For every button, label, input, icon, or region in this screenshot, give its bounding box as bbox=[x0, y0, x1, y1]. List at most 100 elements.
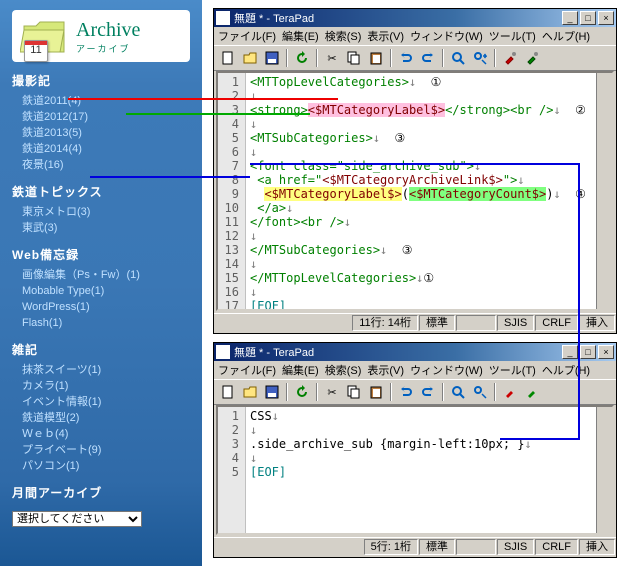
menu-help[interactable]: ヘルプ(H) bbox=[542, 362, 590, 378]
sidebar-item[interactable]: Ｗｅｂ(4) bbox=[22, 426, 190, 442]
close-button[interactable]: × bbox=[598, 11, 614, 25]
menu-edit[interactable]: 編集(E) bbox=[282, 28, 319, 44]
find-next-icon[interactable] bbox=[470, 48, 490, 68]
code-area[interactable]: 1 2 3 4 5 6 7 8 9 10 11 12 13 14 15 16 1… bbox=[216, 71, 614, 311]
paste-icon[interactable] bbox=[366, 48, 386, 68]
save-icon[interactable] bbox=[262, 48, 282, 68]
sidebar-item[interactable]: Flash(1) bbox=[22, 315, 190, 331]
sidebar-item[interactable]: 鉄道2011(4) bbox=[22, 93, 190, 109]
archive-sidebar: 11 Archive アーカイブ 撮影記 鉄道2011(4) 鉄道2012(17… bbox=[0, 0, 202, 566]
open-icon[interactable] bbox=[240, 48, 260, 68]
tool-icon[interactable] bbox=[500, 382, 520, 402]
find-icon[interactable] bbox=[448, 48, 468, 68]
line-gutter: 1 2 3 4 5 bbox=[218, 407, 246, 533]
monthly-archive-title: 月間アーカイブ bbox=[12, 484, 190, 501]
tool-icon[interactable] bbox=[500, 48, 520, 68]
sidebar-item[interactable]: 鉄道2012(17) bbox=[22, 109, 190, 125]
status-mode: 標準 bbox=[419, 539, 455, 555]
open-icon[interactable] bbox=[240, 382, 260, 402]
sidebar-item[interactable]: 鉄道模型(2) bbox=[22, 410, 190, 426]
sidebar-item[interactable]: パソコン(1) bbox=[22, 458, 190, 474]
window-title: 無題 * - TeraPad bbox=[234, 10, 560, 26]
undo-icon[interactable] bbox=[396, 382, 416, 402]
menu-search[interactable]: 検索(S) bbox=[325, 28, 362, 44]
status-insert: 挿入 bbox=[579, 315, 615, 331]
settings-icon[interactable] bbox=[522, 48, 542, 68]
redo-icon[interactable] bbox=[418, 48, 438, 68]
paste-icon[interactable] bbox=[366, 382, 386, 402]
sidebar-item[interactable]: 鉄道2013(5) bbox=[22, 125, 190, 141]
menu-help[interactable]: ヘルプ(H) bbox=[542, 28, 590, 44]
sidebar-item[interactable]: 抹茶スイーツ(1) bbox=[22, 362, 190, 378]
find-next-icon[interactable] bbox=[470, 382, 490, 402]
archive-title-en: Archive bbox=[76, 19, 140, 42]
menu-search[interactable]: 検索(S) bbox=[325, 362, 362, 378]
maximize-button[interactable]: □ bbox=[580, 345, 596, 359]
sidebar-item[interactable]: 東京メトロ(3) bbox=[22, 204, 190, 220]
redo-icon[interactable] bbox=[418, 382, 438, 402]
sidebar-item[interactable]: 画像編集（Ps・Fw）(1) bbox=[22, 267, 190, 283]
vertical-scrollbar[interactable] bbox=[596, 73, 612, 309]
section-title: Web備忘録 bbox=[12, 246, 190, 263]
section: 鉄道トピックス 東京メトロ(3) 東武(3) bbox=[12, 183, 190, 236]
monthly-archive-select[interactable]: 選択してください bbox=[12, 511, 142, 527]
cut-icon[interactable]: ✂ bbox=[322, 48, 342, 68]
menu-file[interactable]: ファイル(F) bbox=[218, 28, 276, 44]
menu-view[interactable]: 表示(V) bbox=[367, 28, 404, 44]
status-blank bbox=[456, 315, 496, 331]
status-insert: 挿入 bbox=[579, 539, 615, 555]
new-icon[interactable] bbox=[218, 382, 238, 402]
window-title: 無題 * - TeraPad bbox=[234, 344, 560, 360]
app-icon bbox=[216, 11, 230, 25]
status-crlf: CRLF bbox=[535, 315, 578, 331]
menu-window[interactable]: ウィンドウ(W) bbox=[410, 362, 483, 378]
sidebar-item[interactable]: カメラ(1) bbox=[22, 378, 190, 394]
menu-window[interactable]: ウィンドウ(W) bbox=[410, 28, 483, 44]
menu-tools[interactable]: ツール(T) bbox=[489, 28, 536, 44]
editor-window-1: 無題 * - TeraPad _ □ × ファイル(F) 編集(E) 検索(S)… bbox=[213, 8, 617, 334]
toolbar: ✂ bbox=[214, 379, 616, 405]
code-content[interactable]: CSS↓ ↓ .side_archive_sub {margin-left:10… bbox=[246, 407, 596, 533]
undo-icon[interactable] bbox=[396, 48, 416, 68]
status-position: 5行: 1桁 bbox=[364, 539, 418, 555]
status-crlf: CRLF bbox=[535, 539, 578, 555]
menu-file[interactable]: ファイル(F) bbox=[218, 362, 276, 378]
settings-icon[interactable] bbox=[522, 382, 542, 402]
statusbar: 5行: 1桁 標準 SJIS CRLF 挿入 bbox=[214, 537, 616, 555]
close-button[interactable]: × bbox=[598, 345, 614, 359]
code-content[interactable]: <MTTopLevelCategories>↓ ① ↓ <strong><$MT… bbox=[246, 73, 596, 309]
reload-icon[interactable] bbox=[292, 382, 312, 402]
minimize-button[interactable]: _ bbox=[562, 345, 578, 359]
sidebar-item[interactable]: プライベート(9) bbox=[22, 442, 190, 458]
section-title: 撮影記 bbox=[12, 72, 190, 89]
new-icon[interactable] bbox=[218, 48, 238, 68]
sidebar-item[interactable]: イベント情報(1) bbox=[22, 394, 190, 410]
copy-icon[interactable] bbox=[344, 382, 364, 402]
sidebar-item[interactable]: WordPress(1) bbox=[22, 299, 190, 315]
sidebar-item[interactable]: 夜景(16) bbox=[22, 157, 190, 173]
menu-tools[interactable]: ツール(T) bbox=[489, 362, 536, 378]
titlebar[interactable]: 無題 * - TeraPad _ □ × bbox=[214, 9, 616, 27]
reload-icon[interactable] bbox=[292, 48, 312, 68]
sidebar-item[interactable]: 東武(3) bbox=[22, 220, 190, 236]
status-mode: 標準 bbox=[419, 315, 455, 331]
minimize-button[interactable]: _ bbox=[562, 11, 578, 25]
titlebar[interactable]: 無題 * - TeraPad _ □ × bbox=[214, 343, 616, 361]
menu-view[interactable]: 表示(V) bbox=[367, 362, 404, 378]
archive-header: 11 Archive アーカイブ bbox=[12, 10, 190, 62]
copy-icon[interactable] bbox=[344, 48, 364, 68]
save-icon[interactable] bbox=[262, 382, 282, 402]
menu-edit[interactable]: 編集(E) bbox=[282, 362, 319, 378]
sidebar-item[interactable]: Mobable Type(1) bbox=[22, 283, 190, 299]
code-area[interactable]: 1 2 3 4 5 CSS↓ ↓ .side_archive_sub {marg… bbox=[216, 405, 614, 535]
status-encoding: SJIS bbox=[497, 315, 534, 331]
maximize-button[interactable]: □ bbox=[580, 11, 596, 25]
section-title: 鉄道トピックス bbox=[12, 183, 190, 200]
menubar: ファイル(F) 編集(E) 検索(S) 表示(V) ウィンドウ(W) ツール(T… bbox=[214, 361, 616, 379]
section: 雑記 抹茶スイーツ(1) カメラ(1) イベント情報(1) 鉄道模型(2) Ｗｅ… bbox=[12, 341, 190, 474]
find-icon[interactable] bbox=[448, 382, 468, 402]
sidebar-item[interactable]: 鉄道2014(4) bbox=[22, 141, 190, 157]
vertical-scrollbar[interactable] bbox=[596, 407, 612, 533]
cut-icon[interactable]: ✂ bbox=[322, 382, 342, 402]
editor-window-2: 無題 * - TeraPad _ □ × ファイル(F) 編集(E) 検索(S)… bbox=[213, 342, 617, 558]
